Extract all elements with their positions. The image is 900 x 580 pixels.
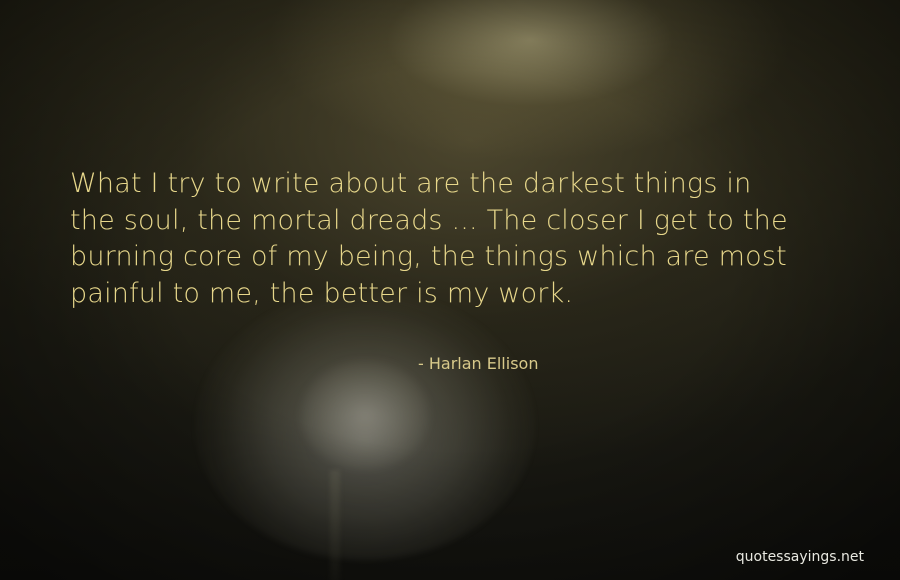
site-watermark: quotessayings.net <box>735 549 864 565</box>
quote-image: What I try to write about are the darkes… <box>0 0 900 580</box>
quote-text: What I try to write about are the darkes… <box>70 166 850 312</box>
quote-line: painful to me, the better is my work. <box>70 277 574 309</box>
quote-author: - Harlan Ellison <box>418 354 539 373</box>
quote-line: the soul, the mortal dreads ... The clos… <box>70 204 788 236</box>
quote-line: What I try to write about are the darkes… <box>70 168 752 199</box>
quote-line: burning core of my being, the things whi… <box>70 241 787 272</box>
